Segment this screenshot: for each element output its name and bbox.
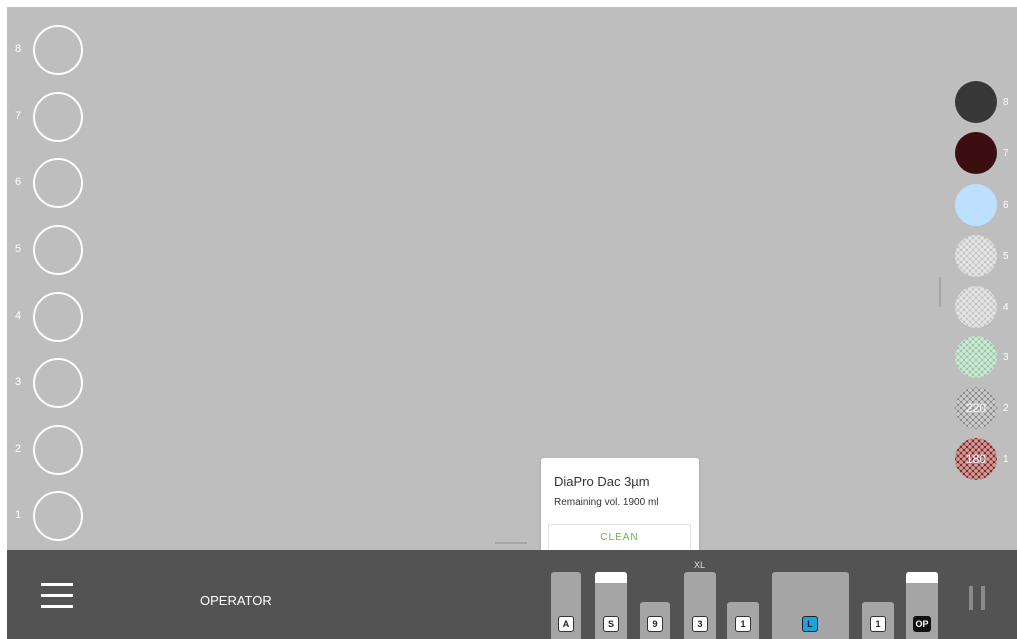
tray-slot-s[interactable]: S — [595, 572, 627, 639]
tray-slot-l[interactable]: L — [772, 572, 849, 639]
tray-slot-3[interactable]: 3 — [684, 572, 716, 639]
right-slot-number: 7 — [1003, 148, 1009, 159]
pause-icon[interactable] — [969, 586, 985, 610]
slot-badge: 3 — [692, 616, 708, 632]
drag-handle[interactable] — [495, 542, 527, 544]
color-swatch[interactable] — [955, 286, 997, 328]
color-swatch[interactable]: 180 — [955, 438, 997, 480]
right-slot-1[interactable]: 180 1 — [952, 438, 1012, 482]
right-slot-number: 2 — [1003, 403, 1009, 414]
right-slot-3[interactable]: 3 — [952, 336, 1012, 380]
workspace-canvas: 8 7 6 5 4 3 2 1 8 7 6 5 4 3 220 2 180 1 … — [7, 7, 1017, 639]
left-slot-number: 1 — [15, 509, 22, 521]
left-slot-8[interactable]: 8 — [7, 24, 97, 76]
empty-slot-ring[interactable] — [33, 491, 83, 541]
color-swatch[interactable] — [955, 336, 997, 378]
empty-slot-ring[interactable] — [33, 425, 83, 475]
right-slot-number: 6 — [1003, 200, 1009, 211]
right-slot-7[interactable]: 7 — [952, 132, 1012, 176]
product-popup: DiaPro Dac 3µm Remaining vol. 1900 ml CL… — [541, 458, 699, 558]
left-slot-4[interactable]: 4 — [7, 291, 97, 343]
right-slot-2[interactable]: 220 2 — [952, 387, 1012, 431]
slot-badge: 1 — [870, 616, 886, 632]
left-slot-number: 8 — [15, 43, 22, 55]
empty-slot-ring[interactable] — [33, 225, 83, 275]
empty-slot-ring[interactable] — [33, 358, 83, 408]
left-slot-number: 3 — [15, 376, 22, 388]
mode-label: OPERATOR — [200, 593, 272, 608]
hamburger-menu-icon[interactable] — [41, 583, 73, 609]
right-slot-number: 4 — [1003, 302, 1009, 313]
left-slot-number: 5 — [15, 243, 22, 255]
left-slot-number: 6 — [15, 176, 22, 188]
bottom-bar: OPERATOR A S 9 3 1 L 1 OP — [7, 550, 1017, 639]
fill-level — [906, 572, 938, 583]
tray-slot-1[interactable]: 1 — [727, 602, 759, 639]
right-slot-number: 8 — [1003, 97, 1009, 108]
left-slot-3[interactable]: 3 — [7, 357, 97, 409]
slot-badge-op: OP — [913, 616, 931, 632]
scroll-indicator[interactable] — [939, 277, 941, 307]
right-slot-number: 3 — [1003, 352, 1009, 363]
tray-slot-a[interactable]: A — [551, 572, 581, 639]
clean-button[interactable]: CLEAN — [548, 524, 691, 551]
left-slot-number: 2 — [15, 443, 22, 455]
remaining-volume: Remaining vol. 1900 ml — [554, 497, 659, 508]
popup-title: DiaPro Dac 3µm — [554, 474, 650, 489]
right-slot-number: 1 — [1003, 454, 1009, 465]
left-slot-7[interactable]: 7 — [7, 91, 97, 143]
tray-slot-op[interactable]: OP — [906, 572, 938, 639]
empty-slot-ring[interactable] — [33, 292, 83, 342]
color-swatch[interactable] — [955, 184, 997, 226]
swatch-value: 220 — [965, 401, 987, 415]
empty-slot-ring[interactable] — [33, 25, 83, 75]
slot-badge: 9 — [647, 616, 663, 632]
xl-label: XL — [694, 560, 706, 570]
right-slot-4[interactable]: 4 — [952, 286, 1012, 330]
slot-badge: S — [603, 616, 619, 632]
color-swatch[interactable] — [955, 81, 997, 123]
fill-level — [595, 572, 627, 583]
tray-slot-9[interactable]: 9 — [640, 602, 670, 639]
tray-slot-1b[interactable]: 1 — [862, 602, 894, 639]
left-slot-6[interactable]: 6 — [7, 157, 97, 209]
color-swatch[interactable] — [955, 132, 997, 174]
left-slot-2[interactable]: 2 — [7, 424, 97, 476]
left-slot-number: 7 — [15, 110, 22, 122]
empty-slot-ring[interactable] — [33, 92, 83, 142]
left-slot-5[interactable]: 5 — [7, 224, 97, 276]
color-swatch[interactable] — [955, 235, 997, 277]
swatch-value: 180 — [965, 452, 987, 466]
slot-badge: A — [558, 616, 574, 632]
right-slot-6[interactable]: 6 — [952, 184, 1012, 228]
right-slot-8[interactable]: 8 — [952, 81, 1012, 125]
right-slot-5[interactable]: 5 — [952, 235, 1012, 279]
slot-badge-selected: L — [802, 616, 818, 632]
left-slot-1[interactable]: 1 — [7, 490, 97, 542]
slot-badge: 1 — [735, 616, 751, 632]
color-swatch[interactable]: 220 — [955, 387, 997, 429]
right-slot-number: 5 — [1003, 251, 1009, 262]
empty-slot-ring[interactable] — [33, 158, 83, 208]
left-slot-number: 4 — [15, 310, 22, 322]
